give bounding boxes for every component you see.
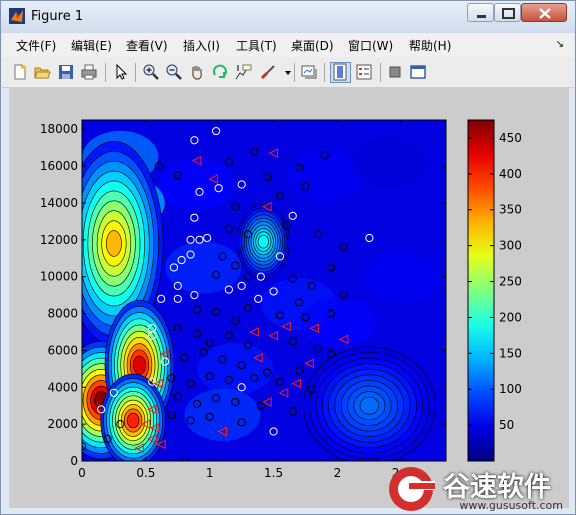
menubar-chevron-icon[interactable]: ↘ bbox=[556, 39, 564, 50]
menu-help[interactable]: 帮助(H) bbox=[409, 37, 451, 54]
colorbar-tick-label: 50 bbox=[499, 418, 514, 432]
x-tick-label: 0 bbox=[78, 466, 86, 480]
menu-insert[interactable]: 插入(I) bbox=[183, 37, 220, 54]
colorbar-tick-label: 400 bbox=[499, 167, 522, 181]
print-icon[interactable] bbox=[80, 63, 98, 81]
watermark-url: www.gususoft.com bbox=[459, 499, 563, 512]
figure-toolbar bbox=[2, 57, 574, 88]
contour-plot[interactable]: 0200040006000800010000120001400016000180… bbox=[9, 87, 569, 508]
y-tick-label: 4000 bbox=[47, 380, 78, 394]
menu-desktop[interactable]: 桌面(D) bbox=[291, 37, 334, 54]
y-tick-label: 8000 bbox=[47, 307, 78, 321]
watermark-logo bbox=[389, 467, 435, 511]
colorbar-tick-label: 100 bbox=[499, 382, 522, 396]
rotate-icon[interactable] bbox=[211, 63, 229, 81]
y-tick-label: 12000 bbox=[40, 233, 78, 247]
restore-icon bbox=[502, 8, 515, 19]
y-tick-label: 2000 bbox=[47, 417, 78, 431]
colorbar-tick-label: 350 bbox=[499, 203, 522, 217]
matlab-icon bbox=[9, 8, 25, 24]
pointer-icon[interactable] bbox=[112, 63, 130, 81]
colorbar-icon[interactable] bbox=[330, 62, 351, 83]
hide-tools-icon[interactable] bbox=[386, 63, 404, 81]
brush-dropdown-icon[interactable] bbox=[279, 63, 291, 81]
menu-window[interactable]: 窗口(W) bbox=[348, 37, 393, 54]
menu-file[interactable]: 文件(F) bbox=[16, 37, 56, 54]
x-tick-label: 1.5 bbox=[264, 466, 283, 480]
y-tick-label: 16000 bbox=[40, 159, 78, 173]
x-tick-label: 1 bbox=[206, 466, 214, 480]
colorbar-tick-label: 250 bbox=[499, 275, 522, 289]
colorbar-tick-label: 300 bbox=[499, 239, 522, 253]
minimize-button[interactable] bbox=[467, 3, 494, 22]
colorbar-tick-label: 450 bbox=[499, 131, 522, 145]
colorbar bbox=[467, 119, 495, 462]
contour-fill bbox=[82, 120, 446, 461]
menu-edit[interactable]: 编辑(E) bbox=[71, 37, 112, 54]
save-icon[interactable] bbox=[57, 63, 75, 81]
brush-icon[interactable] bbox=[259, 63, 277, 81]
y-tick-label: 0 bbox=[70, 454, 78, 468]
x-tick-label: 0.5 bbox=[136, 466, 155, 480]
open-icon[interactable] bbox=[33, 63, 51, 81]
link-icon[interactable] bbox=[300, 63, 318, 81]
figure-window: Figure 1 文件(F) 编辑(E) 查看(V) 插入(I) 工具(T) 桌… bbox=[0, 0, 576, 515]
window-title: Figure 1 bbox=[31, 9, 84, 24]
y-tick-label: 18000 bbox=[40, 122, 78, 136]
pan-icon[interactable] bbox=[188, 63, 206, 81]
colorbar-tick-label: 200 bbox=[499, 310, 522, 324]
figure-canvas: 0 2000 4000 6000 8000 10000 12000 14000 16000 180… bbox=[9, 87, 569, 508]
close-icon bbox=[539, 8, 551, 19]
y-tick-label: 14000 bbox=[40, 196, 78, 210]
zoom-in-icon[interactable] bbox=[142, 63, 160, 81]
menu-tools[interactable]: 工具(T) bbox=[236, 37, 277, 54]
y-tick-label: 10000 bbox=[40, 270, 78, 284]
close-button[interactable] bbox=[521, 3, 567, 22]
data-cursor-icon[interactable] bbox=[234, 63, 252, 81]
zoom-out-icon[interactable] bbox=[165, 63, 183, 81]
colorbar-tick-label: 150 bbox=[499, 346, 522, 360]
menu-view[interactable]: 查看(V) bbox=[126, 37, 168, 54]
minimize-icon bbox=[477, 15, 486, 18]
x-tick-label: 2 bbox=[334, 466, 342, 480]
menu-bar: 文件(F) 编辑(E) 查看(V) 插入(I) 工具(T) 桌面(D) 窗口(W… bbox=[2, 33, 574, 57]
title-bar[interactable]: Figure 1 bbox=[1, 1, 575, 33]
legend-icon[interactable] bbox=[355, 63, 373, 81]
y-tick-label: 6000 bbox=[47, 343, 78, 357]
dock-icon[interactable] bbox=[409, 63, 427, 81]
new-figure-icon[interactable] bbox=[11, 63, 29, 81]
maximize-button[interactable] bbox=[494, 3, 521, 22]
